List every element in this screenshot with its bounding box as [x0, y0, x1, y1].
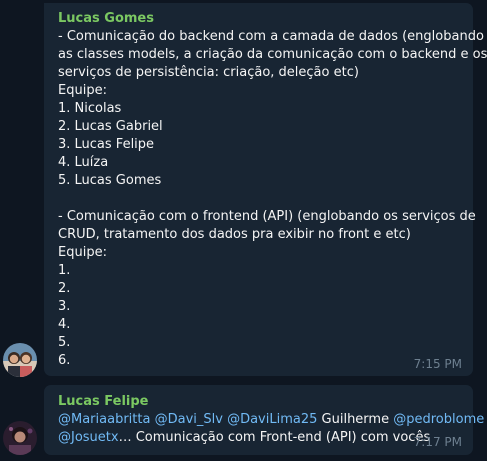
message-line: 4. Luíza	[58, 155, 109, 170]
plain-name: Guilherme	[321, 412, 390, 427]
message-line: 4.	[58, 317, 71, 332]
mention-link[interactable]: @pedroblome	[393, 412, 484, 427]
message-line: Equipe:	[58, 245, 107, 260]
message-bubble[interactable]: Lucas Gomes - Comunicação do backend com…	[44, 3, 487, 376]
message-line: - Comunicação do backend com a camada de…	[58, 29, 484, 44]
avatar-photo	[3, 421, 37, 455]
chat-history: Lucas Gomes - Comunicação do backend com…	[0, 0, 487, 461]
avatar-photo	[3, 343, 37, 377]
message-text-rest: … Comunicação com Front-end (API) com vo…	[118, 430, 431, 445]
message-line: CRUD, tratamento dos dados pra exibir no…	[58, 227, 411, 242]
message-line: as classes models, a criação da comunica…	[58, 47, 487, 62]
message-line: @Josuetx… Comunicação com Front-end (API…	[58, 429, 465, 447]
message-line: 1.	[58, 263, 71, 278]
sender-name[interactable]: Lucas Gomes	[58, 10, 154, 28]
message-line: 3.	[58, 299, 71, 314]
message-line: 2. Lucas Gabriel	[58, 119, 163, 134]
message-line: - Comunicação com o frontend (API) (engl…	[58, 209, 476, 224]
avatar[interactable]	[3, 421, 37, 455]
message-time: 7:15 PM	[413, 357, 462, 371]
mention-link[interactable]: @DaviLima25	[227, 412, 317, 427]
message-line: serviços de persistência: criação, deleç…	[58, 65, 359, 80]
message-line: Equipe:	[58, 83, 107, 98]
message-bubble[interactable]: Lucas Felipe @Mariaabritta @Davi_Slv @Da…	[44, 385, 484, 455]
message-line: 5. Lucas Gomes	[58, 173, 162, 188]
message-line: 2.	[58, 281, 71, 296]
message-time: 7:17 PM	[413, 435, 462, 449]
avatar[interactable]	[3, 343, 37, 377]
mention-link[interactable]: @Mariaabritta	[58, 412, 150, 427]
message-line: @Mariaabritta @Davi_Slv @DaviLima25 Guil…	[58, 411, 484, 429]
message-line: 3. Lucas Felipe	[58, 137, 155, 152]
message-line: 6.	[58, 353, 71, 368]
message-text: @Mariaabritta @Davi_Slv @DaviLima25 Guil…	[58, 411, 484, 447]
sender-name[interactable]: Lucas Felipe	[58, 393, 149, 411]
message-line: 5.	[58, 335, 71, 350]
mention-link[interactable]: @Josuetx	[58, 430, 119, 445]
message-text: - Comunicação do backend com a camada de…	[58, 28, 487, 370]
message-line	[58, 190, 465, 208]
mention-link[interactable]: @Davi_Slv	[155, 412, 223, 427]
message-line: 1. Nicolas	[58, 101, 122, 116]
